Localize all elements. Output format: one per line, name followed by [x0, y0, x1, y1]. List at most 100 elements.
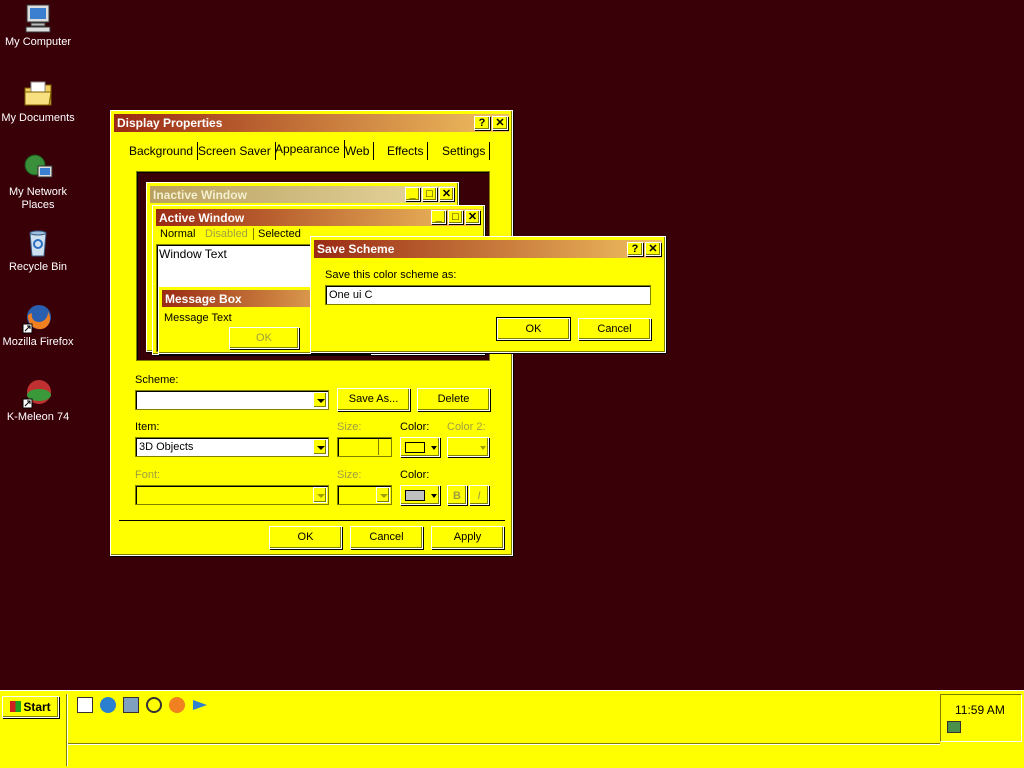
font-color-label: Color:	[400, 469, 430, 481]
desktop-icon-my-computer[interactable]: My Computer	[0, 2, 76, 49]
display-properties-titlebar[interactable]: Display Properties ? ✕	[114, 114, 509, 132]
dialog-title: Save Scheme	[317, 242, 395, 256]
network-icon	[24, 154, 53, 178]
firefox-icon	[22, 305, 51, 334]
apply-button[interactable]: Apply	[431, 526, 504, 549]
network-tray-icon[interactable]	[947, 721, 961, 733]
preview-minimize-icon: _	[431, 210, 446, 224]
windows-logo-icon	[10, 701, 22, 712]
preview-maximize-icon: □	[422, 187, 437, 201]
start-label: Start	[23, 700, 51, 714]
clock[interactable]: 11:59 AM	[955, 703, 1005, 717]
font-size-select	[337, 485, 392, 505]
item-label: Item:	[135, 421, 160, 433]
save-as-button[interactable]: Save As...	[337, 388, 410, 411]
quick-launch-firefox-icon[interactable]	[169, 697, 185, 713]
quick-launch-outlook-icon[interactable]	[123, 697, 139, 713]
desktop-icon-label: Mozilla Firefox	[2, 336, 74, 348]
window-title: Display Properties	[117, 116, 223, 130]
save-scheme-dialog: Save Scheme ? ✕ Save this color scheme a…	[310, 236, 666, 353]
preview-message-text: Message Text	[164, 312, 232, 324]
item-color-button[interactable]	[400, 437, 440, 457]
save-scheme-titlebar[interactable]: Save Scheme ? ✕	[314, 240, 662, 258]
tab-web[interactable]: Web	[341, 142, 375, 160]
preview-menu-disabled: Disabled	[205, 228, 248, 240]
item-color2-label: Color 2:	[447, 421, 486, 433]
font-label: Font:	[135, 469, 161, 481]
italic-button: I	[469, 485, 489, 505]
preview-close-icon: ✕	[465, 210, 480, 224]
item-size-spinner	[337, 437, 392, 457]
chevron-down-icon	[480, 446, 486, 450]
desktop-icon-label: My Computer	[4, 36, 72, 48]
quick-launch-arrow-icon[interactable]	[193, 700, 207, 710]
item-select[interactable]: 3D Objects	[135, 437, 329, 457]
item-size-label: Size:	[337, 421, 362, 433]
preview-close-icon: ✕	[439, 187, 454, 201]
save-scheme-ok-button[interactable]: OK	[496, 317, 571, 341]
taskbar: Start 11:59 AM	[0, 690, 1024, 768]
desktop-icon-label: K-Meleon 74	[6, 411, 70, 423]
k-meleon-icon	[22, 380, 51, 409]
scheme-select[interactable]	[135, 390, 329, 410]
desktop-icon-label: Recycle Bin	[8, 261, 68, 273]
preview-menu-selected: Selected	[253, 228, 305, 240]
spinner-arrows-icon	[378, 439, 390, 455]
desktop-icon-label: My Documents	[1, 112, 75, 124]
color-swatch	[405, 490, 425, 501]
quick-launch-search-icon[interactable]	[146, 697, 162, 713]
tab-effects[interactable]: Effects	[383, 142, 429, 160]
chevron-down-icon	[313, 487, 327, 503]
start-button[interactable]: Start	[2, 696, 59, 718]
chevron-down-icon[interactable]	[313, 439, 327, 455]
chevron-down-icon	[376, 487, 390, 503]
preview-minimize-icon: _	[405, 187, 420, 201]
preview-ok-button: OK	[229, 327, 299, 349]
help-button[interactable]: ?	[474, 116, 490, 130]
preview-maximize-icon: □	[448, 210, 463, 224]
desktop-icon-mozilla-firefox[interactable]: Mozilla Firefox	[0, 302, 76, 349]
desktop-icon-recycle-bin[interactable]: Recycle Bin	[0, 227, 76, 274]
ok-button[interactable]: OK	[269, 526, 342, 549]
close-button[interactable]: ✕	[492, 116, 508, 130]
scheme-name-input[interactable]: One ui C	[325, 285, 651, 305]
save-scheme-prompt: Save this color scheme as:	[325, 269, 457, 281]
tab-strip: Background Screen Saver Appearance Web E…	[125, 140, 495, 162]
quick-launch-show-desktop-icon[interactable]	[77, 697, 93, 713]
quick-launch-ie-icon[interactable]	[100, 697, 116, 713]
tab-background[interactable]: Background	[125, 142, 199, 160]
item-value: 3D Objects	[139, 441, 194, 453]
desktop-icon-my-documents[interactable]: My Documents	[0, 78, 76, 125]
quick-launch-separator	[66, 694, 68, 766]
folder-documents-icon	[24, 81, 52, 106]
delete-button[interactable]: Delete	[417, 388, 490, 411]
item-color-label: Color:	[400, 421, 430, 433]
desktop-icon-k-meleon[interactable]: K-Meleon 74	[0, 377, 76, 424]
desktop-icon-label: My Network Places	[8, 186, 68, 211]
taskbar-divider	[68, 743, 940, 745]
tab-settings[interactable]: Settings	[438, 142, 491, 160]
cancel-button[interactable]: Cancel	[350, 526, 423, 549]
preview-message-box-title: Message Box	[165, 292, 242, 306]
chevron-down-icon	[431, 446, 437, 450]
close-button[interactable]: ✕	[645, 242, 661, 256]
preview-active-titlebar: Active Window _ □ ✕	[156, 209, 481, 226]
computer-icon	[25, 4, 51, 33]
desktop-icon-my-network-places[interactable]: My Network Places	[0, 152, 76, 212]
font-color-button	[400, 485, 440, 505]
save-scheme-cancel-button[interactable]: Cancel	[578, 318, 651, 340]
help-button[interactable]: ?	[627, 242, 643, 256]
preview-active-title: Active Window	[159, 211, 245, 225]
chevron-down-icon[interactable]	[313, 392, 327, 408]
preview-inactive-titlebar: Inactive Window _ □ ✕	[150, 186, 455, 203]
tab-screen-saver[interactable]: Screen Saver	[194, 142, 276, 160]
font-size-label: Size:	[337, 469, 362, 481]
item-color2-button	[447, 437, 489, 457]
preview-window-text: Window Text	[159, 247, 227, 261]
font-select	[135, 485, 329, 505]
bold-button: B	[447, 485, 467, 505]
tab-appearance[interactable]: Appearance	[271, 140, 345, 158]
recycle-bin-icon	[29, 230, 47, 257]
preview-menu-normal: Normal	[160, 228, 196, 240]
scheme-name-value: One ui C	[329, 289, 373, 301]
